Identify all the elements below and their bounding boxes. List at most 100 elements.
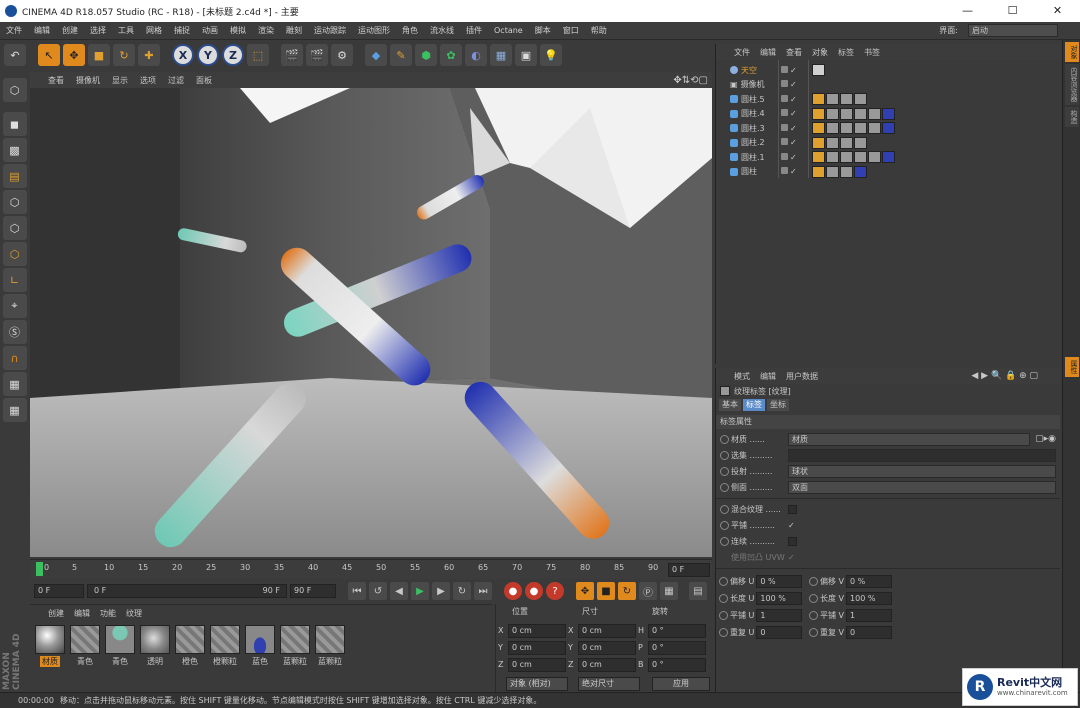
play-icon[interactable]: ▶: [411, 582, 429, 600]
seam-radio[interactable]: [720, 536, 729, 546]
next-key-icon[interactable]: ↻: [453, 582, 471, 600]
visibility-dot[interactable]: [781, 138, 788, 146]
object-menu-objects[interactable]: 对象: [812, 47, 828, 58]
texture-tag-icon[interactable]: [854, 107, 867, 120]
menu-snap[interactable]: 捕捉: [168, 25, 196, 36]
enable-check-icon[interactable]: ✓: [790, 66, 797, 75]
render-view-icon[interactable]: 🎬: [281, 44, 303, 66]
material-browse-icon[interactable]: ▢▸◉: [1035, 434, 1056, 444]
menu-pipeline[interactable]: 流水线: [424, 25, 460, 36]
texture-tag-icon[interactable]: [826, 107, 839, 120]
object-row-cylinder1[interactable]: 圆柱.1 ✓: [716, 150, 1060, 165]
menu-edit[interactable]: 编辑: [28, 25, 56, 36]
menu-window[interactable]: 窗口: [557, 25, 585, 36]
visibility-dot[interactable]: [781, 65, 788, 73]
material-swatch[interactable]: 橙颗粒: [209, 625, 241, 667]
selection-field[interactable]: [788, 448, 1056, 462]
rotation-p-field[interactable]: 0 °: [648, 640, 706, 655]
object-row-cylinder[interactable]: 圆柱 ✓: [716, 165, 1060, 180]
menu-animate[interactable]: 动画: [196, 25, 224, 36]
viewport-menu-camera[interactable]: 摄像机: [76, 75, 100, 86]
length-v-field[interactable]: 100 %: [846, 592, 893, 605]
texture-tag-icon[interactable]: [854, 165, 867, 178]
menu-script[interactable]: 脚本: [529, 25, 557, 36]
offset-u-field[interactable]: 0 %: [756, 575, 803, 588]
menu-octane[interactable]: Octane: [488, 26, 529, 35]
material-menu-texture[interactable]: 纹理: [126, 608, 142, 619]
phong-tag-icon[interactable]: [812, 107, 825, 120]
texture-tag-icon[interactable]: [826, 93, 839, 106]
camera-icon[interactable]: ▣: [515, 44, 537, 66]
menu-simulate[interactable]: 模拟: [224, 25, 252, 36]
object-menu-file[interactable]: 文件: [734, 47, 750, 58]
enable-check-icon[interactable]: ✓: [790, 153, 797, 162]
object-row-cylinder3[interactable]: 圆柱.3 ✓: [716, 121, 1060, 136]
rotate-tool-icon[interactable]: ↻: [113, 44, 135, 66]
y-axis-lock-button[interactable]: Y: [197, 44, 219, 66]
texture-tag-icon[interactable]: [854, 151, 867, 164]
texture-tag-icon[interactable]: [868, 107, 881, 120]
selection-radio[interactable]: [720, 450, 729, 460]
visibility-dot[interactable]: [781, 167, 788, 175]
texture-tag-icon[interactable]: [840, 122, 853, 135]
size-z-field[interactable]: 0 cm: [578, 657, 636, 672]
menu-motion-tracking[interactable]: 运动跟踪: [308, 25, 352, 36]
workplane-mode-icon[interactable]: ▤: [2, 164, 27, 188]
texture-tag-icon[interactable]: [868, 151, 881, 164]
planar-workplane-icon[interactable]: ▦: [2, 398, 27, 422]
make-editable-icon[interactable]: ⬡: [2, 78, 27, 102]
texture-tag-icon[interactable]: [826, 122, 839, 135]
visibility-dot[interactable]: [781, 123, 788, 131]
menu-character[interactable]: 角色: [396, 25, 424, 36]
tab-structure[interactable]: 构造: [1065, 107, 1079, 127]
texture-tag-icon[interactable]: [854, 122, 867, 135]
texture-tag-icon[interactable]: [882, 122, 895, 135]
deformer-icon[interactable]: ◐: [465, 44, 487, 66]
menu-sculpt[interactable]: 雕刻: [280, 25, 308, 36]
enable-check-icon[interactable]: ✓: [790, 80, 797, 89]
3d-viewport[interactable]: [30, 88, 712, 557]
object-menu-view[interactable]: 查看: [786, 47, 802, 58]
current-frame-field[interactable]: 0 F: [34, 584, 84, 598]
visibility-dot[interactable]: [781, 109, 788, 117]
cloner-icon[interactable]: ✿: [440, 44, 462, 66]
workplane-lock-icon[interactable]: ▦: [2, 372, 27, 396]
rotation-b-field[interactable]: 0 °: [648, 657, 706, 672]
object-row-cylinder5[interactable]: 圆柱.5 ✓: [716, 92, 1060, 107]
previous-frame-icon[interactable]: ◀: [390, 582, 408, 600]
model-mode-icon[interactable]: ◼: [2, 112, 27, 136]
texture-tag-icon[interactable]: [868, 122, 881, 135]
side-dropdown[interactable]: 双面: [788, 480, 1056, 494]
enable-check-icon[interactable]: ✓: [790, 109, 797, 118]
texture-tag-icon[interactable]: [854, 136, 867, 149]
material-menu-function[interactable]: 功能: [100, 608, 116, 619]
object-row-camera[interactable]: ▣ 摄像机 ✓: [716, 78, 1060, 93]
add-tool-icon[interactable]: ✚: [138, 44, 160, 66]
enable-check-icon[interactable]: ✓: [790, 138, 797, 147]
material-swatch[interactable]: 青色: [69, 625, 101, 667]
key-scale-icon[interactable]: ■: [597, 582, 615, 600]
object-row-cylinder4[interactable]: 圆柱.4 ✓: [716, 107, 1060, 122]
record-icon[interactable]: ●: [504, 582, 522, 600]
texture-tag-icon[interactable]: [854, 93, 867, 106]
viewport-nav-icons[interactable]: ✥⇅⟲▢: [673, 75, 708, 86]
menu-file[interactable]: 文件: [0, 25, 28, 36]
material-swatch[interactable]: 青色: [104, 625, 136, 667]
tiles-u-field[interactable]: 1: [756, 609, 803, 622]
phong-tag-icon[interactable]: [812, 165, 825, 178]
enable-check-icon[interactable]: ✓: [790, 95, 797, 104]
tab-coordinates[interactable]: 坐标: [767, 399, 789, 411]
texture-tag-icon[interactable]: [826, 165, 839, 178]
tab-content-browser[interactable]: 内容浏览器: [1065, 64, 1079, 105]
mix-radio[interactable]: [720, 504, 729, 514]
size-y-field[interactable]: 0 cm: [578, 640, 636, 655]
edges-mode-icon[interactable]: ⬡: [2, 216, 27, 240]
visibility-dot[interactable]: [781, 94, 788, 102]
size-mode-dropdown[interactable]: 绝对尺寸: [578, 676, 640, 691]
key-position-icon[interactable]: ✥: [576, 582, 594, 600]
length-u-field[interactable]: 100 %: [756, 592, 803, 605]
menu-mograph[interactable]: 运动图形: [352, 25, 396, 36]
material-swatch[interactable]: 橙色: [174, 625, 206, 667]
render-picture-viewer-icon[interactable]: 🎬: [306, 44, 328, 66]
texture-tag-icon[interactable]: [882, 151, 895, 164]
